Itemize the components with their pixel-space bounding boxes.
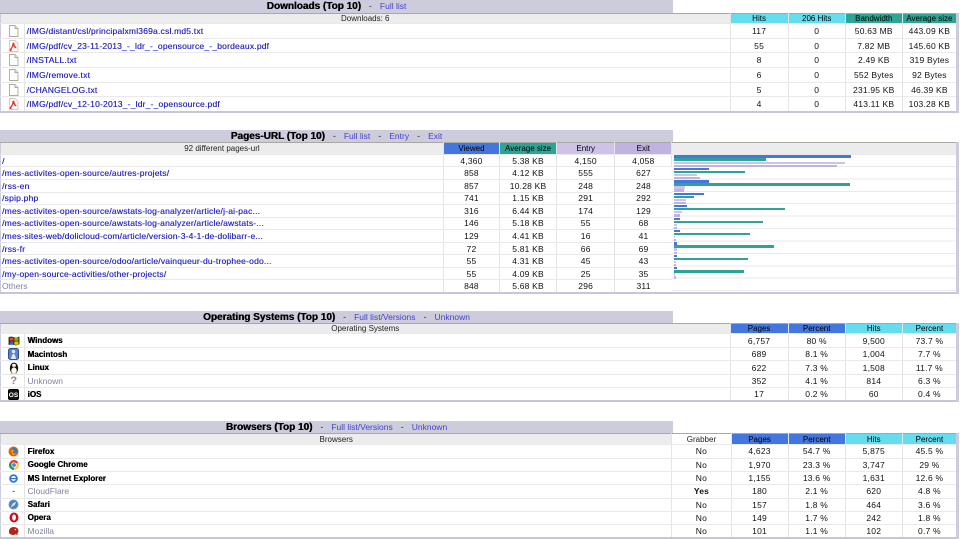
svg-text:OS: OS — [9, 392, 19, 399]
